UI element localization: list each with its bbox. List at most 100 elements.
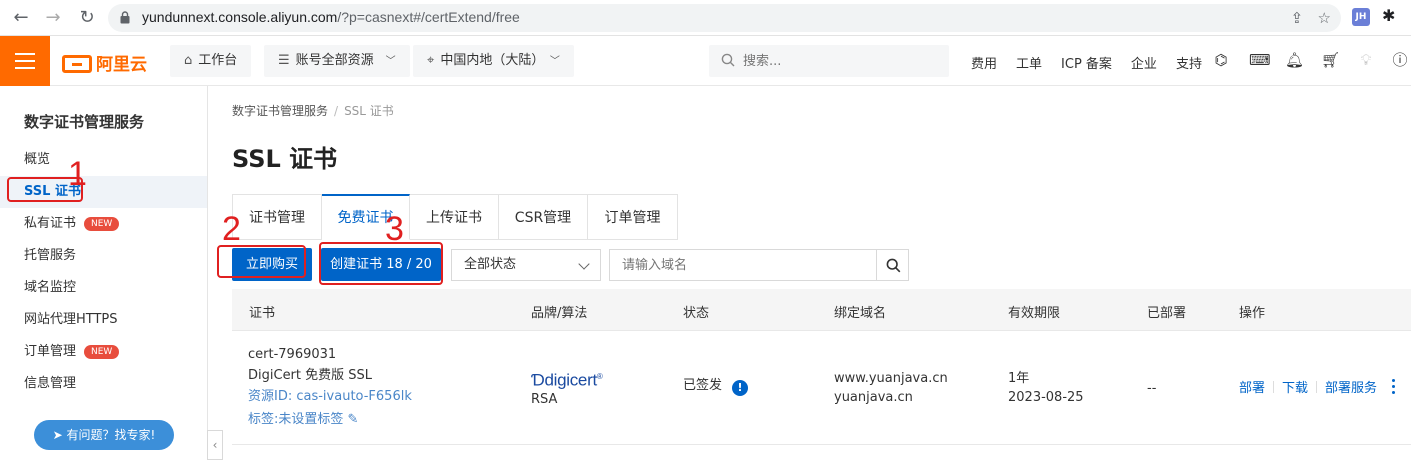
tab-csr[interactable]: CSR管理 xyxy=(499,194,588,240)
cert-tag[interactable]: 标签:未设置标签 ✎ xyxy=(248,410,358,430)
sidebar-collapse-icon[interactable]: ‹ xyxy=(207,430,223,460)
sidebar-item-label: 网站代理HTTPS xyxy=(24,312,118,327)
brand-name: digicert xyxy=(544,370,597,390)
workbench-button[interactable]: ⌂ 工作台 xyxy=(170,45,252,77)
share-icon[interactable]: ⇪ xyxy=(1291,9,1304,27)
sidebar: 数字证书管理服务 概览 SSL 证书 私有证书 NEW 托管服务 域名监控 网站代… xyxy=(0,86,208,459)
topbar-links: 费用 工单 ICP 备案 企业 支持 xyxy=(971,53,1221,72)
info-icon[interactable]: ! xyxy=(732,380,749,396)
table-row: cert-7969031 DigiCert 免费版 SSL 资源ID: cas-… xyxy=(232,331,1411,445)
sidebar-item-private-cert[interactable]: 私有证书 NEW xyxy=(0,208,207,240)
more-actions-icon[interactable] xyxy=(1392,379,1396,397)
sidebar-item-proxy-https[interactable]: 网站代理HTTPS xyxy=(0,304,207,336)
url-host: yundunnext.console.aliyun.com xyxy=(142,9,338,25)
resource-id[interactable]: 资源ID: cas-ivauto-F656lk xyxy=(248,387,412,407)
breadcrumb-current: SSL 证书 xyxy=(344,104,394,118)
account-resources-label: 账号全部资源 xyxy=(295,53,374,68)
logo-text: 阿里云 xyxy=(96,55,147,75)
annotation-box-buy xyxy=(217,245,306,278)
reload-icon[interactable]: ↻ xyxy=(75,6,99,30)
console-topbar: 阿里云 ⌂ 工作台 ☰ 账号全部资源 ﹀ ⌖ 中国内地（大陆） ﹀ 费用 工单 ICP 备案 企… xyxy=(0,36,1411,86)
new-badge: NEW xyxy=(84,217,120,231)
chevron-down-icon: ﹀ xyxy=(385,56,396,67)
sidebar-item-domain-monitor[interactable]: 域名监控 xyxy=(0,272,207,304)
fees-link[interactable]: 费用 xyxy=(971,57,997,72)
extensions-puzzle-icon[interactable]: ✱ xyxy=(1382,6,1395,25)
ticket-link[interactable]: 工单 xyxy=(1016,57,1042,72)
annotation-box-create xyxy=(319,242,443,285)
cert-tag-label: 标签:未设置标签 xyxy=(248,412,344,427)
sidebar-item-label: 概览 xyxy=(24,152,51,167)
support-link[interactable]: 支持 xyxy=(1176,57,1202,72)
header-status: 状态 xyxy=(683,306,710,321)
download-link[interactable]: 下载 xyxy=(1282,381,1308,396)
chevron-down-icon xyxy=(578,258,590,270)
sidebar-item-label: 私有证书 xyxy=(24,216,77,231)
url-text: yundunnext.console.aliyun.com/?p=casnext… xyxy=(142,9,520,25)
deploy-link[interactable]: 部署 xyxy=(1239,381,1265,396)
sidebar-item-label: 托管服务 xyxy=(24,248,77,263)
terminal-icon[interactable]: ⌨ xyxy=(1249,51,1271,69)
lightbulb-icon[interactable]: 💡︎ xyxy=(1357,51,1375,69)
global-search[interactable] xyxy=(709,45,949,77)
deployed-count: -- xyxy=(1147,381,1157,396)
list-icon: ☰ xyxy=(278,53,290,68)
annotation-number-2: 2 xyxy=(222,210,241,248)
header-validity: 有效期限 xyxy=(1008,306,1061,321)
domain-root: yuanjava.cn xyxy=(834,390,913,405)
deploy-service-link[interactable]: 部署服务 xyxy=(1325,381,1377,396)
bell-icon[interactable]: 🔔︎ xyxy=(1285,51,1304,69)
api-icon[interactable]: ⌬ xyxy=(1212,51,1230,69)
cart-icon[interactable]: 🛒︎ xyxy=(1321,51,1340,69)
expiry-date: 2023-08-25 xyxy=(1008,390,1084,405)
status-select-value: 全部状态 xyxy=(464,257,517,272)
edit-icon[interactable]: ✎ xyxy=(348,412,359,427)
header-cert: 证书 xyxy=(249,306,276,321)
chevron-down-icon: ﹀ xyxy=(549,56,560,67)
status-cell: 已签发! xyxy=(683,376,749,396)
search-icon xyxy=(886,258,901,273)
header-deployed: 已部署 xyxy=(1147,306,1187,321)
search-icon xyxy=(721,53,735,67)
sidebar-item-orders[interactable]: 订单管理 NEW xyxy=(0,336,207,368)
address-bar-icons: ⇪ ☆ xyxy=(1291,9,1331,27)
enterprise-link[interactable]: 企业 xyxy=(1131,57,1157,72)
address-bar[interactable]: yundunnext.console.aliyun.com/?p=casnext… xyxy=(108,4,1341,32)
status-select[interactable]: 全部状态 xyxy=(451,249,601,281)
status-text: 已签发 xyxy=(683,378,723,393)
icp-link[interactable]: ICP 备案 xyxy=(1061,57,1112,72)
ask-expert-label: 有问题？找专家! xyxy=(66,428,156,442)
algorithm: RSA xyxy=(531,392,558,407)
tab-cert-manage[interactable]: 证书管理 xyxy=(232,194,322,240)
account-resources-dropdown[interactable]: ☰ 账号全部资源 ﹀ xyxy=(264,45,410,77)
sidebar-title: 数字证书管理服务 xyxy=(24,113,145,131)
annotation-number-3: 3 xyxy=(385,210,404,248)
back-icon[interactable]: ← xyxy=(9,6,33,30)
region-dropdown[interactable]: ⌖ 中国内地（大陆） ﹀ xyxy=(413,45,574,77)
tab-upload-cert[interactable]: 上传证书 xyxy=(410,194,499,240)
ask-expert-button[interactable]: ➤ 有问题？找专家! xyxy=(34,420,174,450)
global-search-input[interactable] xyxy=(743,45,943,77)
domain-search-input[interactable] xyxy=(609,249,877,281)
header-domain: 绑定域名 xyxy=(834,306,887,321)
aliyun-logo[interactable]: 阿里云 xyxy=(62,50,147,75)
tab-orders[interactable]: 订单管理 xyxy=(588,194,678,240)
new-badge: NEW xyxy=(84,345,120,359)
home-icon: ⌂ xyxy=(184,53,193,68)
help-circle-icon[interactable]: ⓘ xyxy=(1391,51,1409,69)
sidebar-item-info[interactable]: 信息管理 xyxy=(0,368,207,400)
aliyun-logo-mark-icon xyxy=(62,55,92,73)
extension-jh-icon[interactable]: JH xyxy=(1352,8,1370,26)
sidebar-item-overview[interactable]: 概览 xyxy=(0,144,207,176)
page-title: SSL 证书 xyxy=(232,145,338,173)
sidebar-item-hosting[interactable]: 托管服务 xyxy=(0,240,207,272)
table-header: 证书 品牌/算法 状态 绑定域名 有效期限 已部署 操作 xyxy=(232,289,1411,331)
star-icon[interactable]: ☆ xyxy=(1318,9,1331,27)
forward-icon[interactable]: → xyxy=(41,6,65,30)
breadcrumb-root[interactable]: 数字证书管理服务 xyxy=(232,104,328,118)
row-actions: 部署 下载 部署服务 xyxy=(1239,379,1377,399)
browser-toolbar: ← → ↻ yundunnext.console.aliyun.com/?p=c… xyxy=(0,0,1411,36)
menu-hamburger-icon[interactable] xyxy=(0,36,50,86)
sidebar-item-label: 信息管理 xyxy=(24,376,77,391)
domain-search-button[interactable] xyxy=(876,249,909,281)
